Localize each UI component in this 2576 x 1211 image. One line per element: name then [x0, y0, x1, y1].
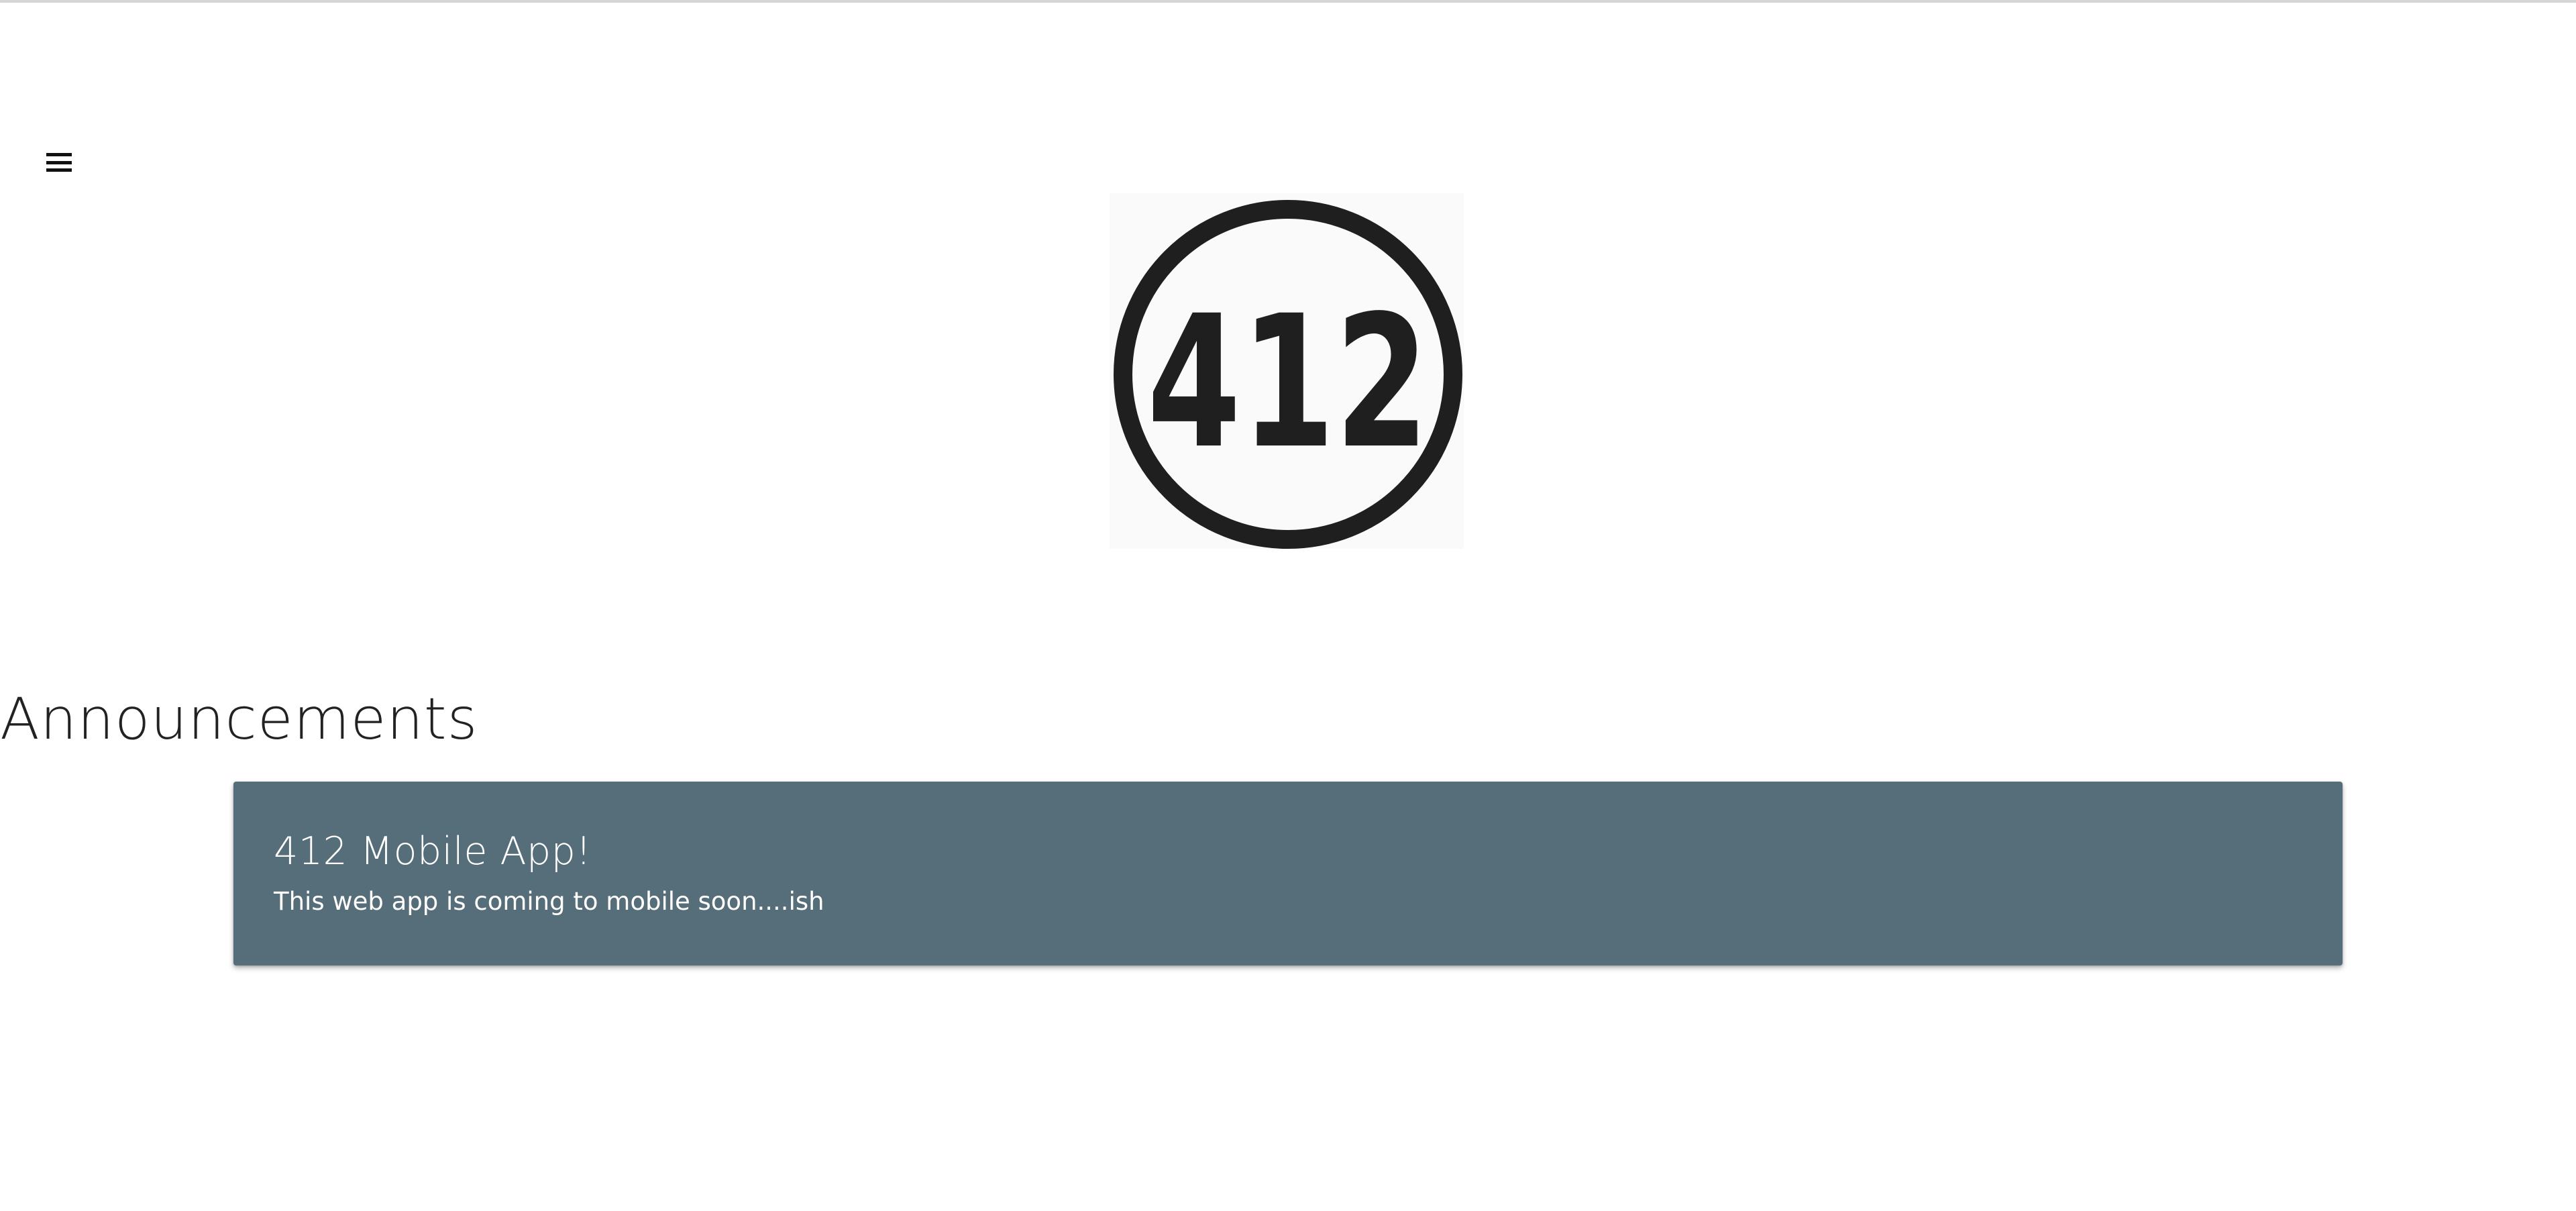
menu-button[interactable] — [38, 141, 80, 184]
announcement-body: This web app is coming to mobile soon...… — [274, 887, 824, 916]
announcements-heading: Announcements — [0, 686, 478, 753]
announcement-card: 412 Mobile App! This web app is coming t… — [233, 782, 2343, 965]
logo-text: 412 — [1147, 277, 1429, 489]
top-divider — [0, 0, 2576, 3]
logo-412-icon: 412 — [1114, 200, 1462, 549]
announcement-title: 412 Mobile App! — [274, 829, 592, 874]
brand-logo: 412 — [1110, 193, 1464, 549]
page: 412 Announcements 412 Mobile App! This w… — [0, 0, 2576, 1211]
hamburger-menu-icon — [46, 153, 72, 172]
